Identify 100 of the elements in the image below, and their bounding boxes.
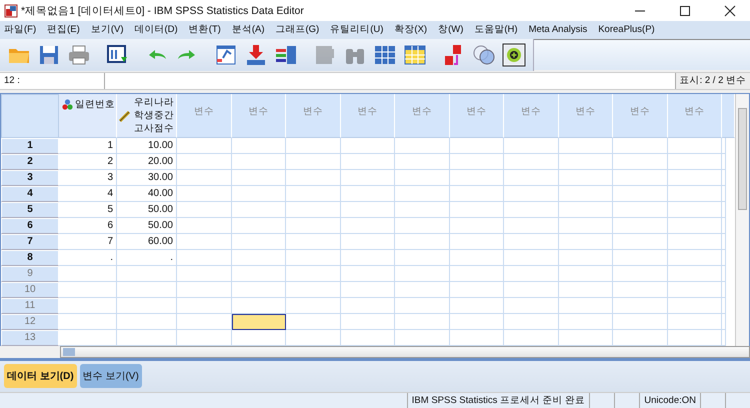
table-cell[interactable]: 50.00 [117, 202, 177, 218]
table-cell[interactable] [558, 282, 613, 298]
table-cell[interactable] [450, 250, 504, 266]
table-cell[interactable]: 10.00 [117, 138, 177, 154]
table-cell[interactable] [558, 314, 613, 330]
selected-cell[interactable] [232, 314, 286, 330]
table-cell[interactable] [613, 202, 668, 218]
table-cell[interactable] [340, 202, 395, 218]
menu-item[interactable]: 그래프(G) [272, 23, 326, 36]
table-cell[interactable] [558, 202, 613, 218]
table-cell[interactable] [286, 138, 340, 154]
corner-cell[interactable] [1, 94, 59, 138]
table-cell[interactable] [286, 202, 340, 218]
table-cell[interactable] [395, 218, 450, 234]
plus-icon[interactable] [502, 42, 526, 67]
table-cell[interactable] [504, 314, 558, 330]
table-cell[interactable] [117, 266, 177, 282]
table-cell[interactable] [558, 186, 613, 202]
table-cell[interactable] [722, 298, 726, 314]
table-cell[interactable] [504, 154, 558, 170]
table-cell[interactable] [668, 202, 722, 218]
table-cell[interactable] [340, 170, 395, 186]
table-cell[interactable] [722, 186, 726, 202]
table-cell[interactable] [450, 186, 504, 202]
row-header[interactable]: 7 [1, 234, 59, 250]
table-cell[interactable] [504, 186, 558, 202]
table-cell[interactable] [450, 298, 504, 314]
table-cell[interactable] [340, 186, 395, 202]
table-cell[interactable] [59, 282, 117, 298]
table-cell[interactable] [232, 154, 286, 170]
table-cell[interactable] [668, 186, 722, 202]
table-cell[interactable] [286, 266, 340, 282]
vertical-scrollbar[interactable] [735, 94, 749, 346]
table-icon[interactable] [403, 42, 427, 67]
table-cell[interactable] [668, 234, 722, 250]
table-cell[interactable] [340, 314, 395, 330]
table-cell[interactable]: . [59, 250, 117, 266]
view-tab[interactable]: 변수 보기(V) [80, 364, 142, 388]
table-cell[interactable] [395, 202, 450, 218]
table-cell[interactable] [558, 138, 613, 154]
table-cell[interactable] [177, 266, 232, 282]
table-cell[interactable] [558, 234, 613, 250]
menu-item[interactable]: 창(W) [434, 23, 470, 36]
table-cell[interactable] [232, 138, 286, 154]
table-cell[interactable] [340, 138, 395, 154]
table-cell[interactable]: 1 [59, 138, 117, 154]
table-cell[interactable] [286, 154, 340, 170]
menu-item[interactable]: 확장(X) [390, 23, 434, 36]
table-cell[interactable]: 2 [59, 154, 117, 170]
table-cell[interactable] [450, 170, 504, 186]
menu-item[interactable]: 분석(A) [228, 23, 272, 36]
table-cell[interactable] [177, 138, 232, 154]
table-cell[interactable] [722, 282, 726, 298]
menu-item[interactable]: 변환(T) [184, 23, 228, 36]
table-cell[interactable]: . [117, 250, 177, 266]
row-header[interactable]: 4 [1, 186, 59, 202]
table-cell[interactable] [177, 218, 232, 234]
table-cell[interactable] [232, 282, 286, 298]
table-cell[interactable] [613, 266, 668, 282]
table-cell[interactable] [722, 314, 726, 330]
column-header[interactable]: 우리나라 학생중간 고사점수 [117, 94, 177, 138]
table-cell[interactable]: 7 [59, 234, 117, 250]
table-cell[interactable] [232, 218, 286, 234]
table-cell[interactable] [504, 218, 558, 234]
table-cell[interactable] [613, 138, 668, 154]
table-cell[interactable] [668, 138, 722, 154]
table-cell[interactable] [177, 154, 232, 170]
table-cell[interactable] [558, 154, 613, 170]
table-cell[interactable] [59, 314, 117, 330]
table-cell[interactable] [668, 250, 722, 266]
table-cell[interactable] [177, 250, 232, 266]
table-cell[interactable] [286, 314, 340, 330]
table-cell[interactable] [722, 234, 726, 250]
table-cell[interactable] [286, 282, 340, 298]
table-cell[interactable] [286, 250, 340, 266]
horizontal-scrollbar[interactable] [60, 346, 750, 358]
table-cell[interactable] [177, 186, 232, 202]
table-cell[interactable] [395, 170, 450, 186]
view-tab[interactable]: 데이터 보기(D) [4, 364, 77, 388]
table-cell[interactable] [504, 282, 558, 298]
table-cell[interactable] [117, 282, 177, 298]
table-cell[interactable] [504, 266, 558, 282]
table-cell[interactable] [340, 234, 395, 250]
table-cell[interactable]: 30.00 [117, 170, 177, 186]
table-cell[interactable] [668, 314, 722, 330]
table-cell[interactable]: 60.00 [117, 234, 177, 250]
table-cell[interactable] [668, 266, 722, 282]
maximize-icon[interactable] [679, 4, 691, 17]
column-header[interactable] [722, 94, 735, 138]
table-cell[interactable]: 5 [59, 202, 117, 218]
row-header[interactable]: 6 [1, 218, 59, 234]
table-cell[interactable] [395, 154, 450, 170]
table-cell[interactable] [613, 170, 668, 186]
table-cell[interactable] [59, 298, 117, 314]
table-cell[interactable] [504, 138, 558, 154]
table-cell[interactable] [450, 282, 504, 298]
table-cell[interactable] [177, 202, 232, 218]
table-cell[interactable] [286, 218, 340, 234]
table-cell[interactable] [177, 282, 232, 298]
table-cell[interactable] [722, 250, 726, 266]
